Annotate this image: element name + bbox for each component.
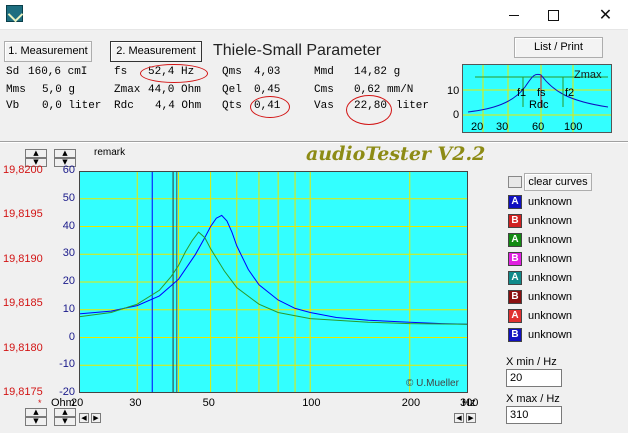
remark-label: remark (94, 147, 126, 158)
legend-name: unknown (528, 253, 573, 265)
annotation-oval-fs (140, 64, 208, 83)
unit-right-label: Hz (462, 397, 476, 409)
param-value: 44,0 Ohm (148, 84, 201, 96)
scroll-left-button[interactable]: ◀ (79, 413, 89, 423)
legend-swatch[interactable]: B (508, 328, 522, 342)
scroll-right-end-button[interactable]: ▶ (466, 413, 476, 423)
legend-swatch[interactable]: A (508, 309, 522, 323)
xmax-input[interactable]: 310 (506, 406, 562, 424)
list-print-button[interactable]: List / Print (514, 37, 603, 58)
legend-swatch[interactable]: B (508, 252, 522, 266)
brand-title: audioTester V2.2 (306, 143, 486, 165)
xmin-label: X min / Hz (506, 356, 557, 368)
copyright-label: © U.Mueller (406, 378, 459, 389)
xmax-label: X max / Hz (506, 393, 560, 405)
legend-name: unknown (528, 329, 573, 341)
right-axis-tick: -10 (59, 358, 75, 371)
left-axis-tick: 19,8195 (3, 208, 43, 221)
bottom-mid-up-spinner[interactable]: ▲ (54, 408, 76, 417)
legend-name: unknown (528, 291, 573, 303)
left-axis-up-spinner[interactable]: ▲ (25, 149, 47, 158)
left-axis-tick: 19,8200 (3, 164, 43, 176)
left-axis-tick: 19,8180 (3, 341, 43, 354)
clear-curves-icon[interactable] (508, 176, 522, 188)
param-label: Rdc (114, 100, 134, 112)
measurement-2-button[interactable]: 2. Measurement (110, 41, 202, 62)
bottom-left-down-spinner[interactable]: ▼ (25, 417, 47, 426)
clear-curves-button[interactable]: clear curves (524, 173, 592, 191)
legend-name: unknown (528, 215, 573, 227)
right-axis-tick: 0 (68, 330, 75, 343)
right-axis-tick: 20 (62, 275, 75, 287)
left-axis-tick: 19,8185 (3, 297, 43, 310)
left-axis-tick: 19,8190 (3, 252, 43, 265)
right-axis-up-spinner[interactable]: ▲ (54, 149, 76, 158)
param-value: 4,03 (254, 66, 281, 78)
param-label: Mms (6, 84, 26, 96)
asterisk-mark: * (38, 398, 42, 408)
right-axis-tick: 30 (62, 247, 75, 260)
param-label: Mmd (314, 66, 334, 78)
thumb-zmax-label: Zmax (574, 69, 602, 81)
legend-name: unknown (528, 310, 573, 322)
parameter-grid: Sd 160,6 cmI Mms 5,0 g Vb 0,0 liter fs 52,4 Hz Z… (0, 64, 460, 124)
legend-swatch[interactable]: A (508, 271, 522, 285)
thumb-y0: 0 (453, 109, 460, 121)
bottom-left-up-spinner[interactable]: ▲ (25, 408, 47, 417)
bottom-mid-down-spinner[interactable]: ▼ (54, 417, 76, 426)
thumb-y10: 10 (447, 85, 460, 97)
close-button[interactable]: ✕ (583, 0, 628, 30)
thumb-fs-label: fs (537, 87, 546, 99)
legend-name: unknown (528, 196, 573, 208)
thumb-f1-label: f1 (517, 87, 527, 99)
app-icon (6, 5, 23, 22)
param-label: Cms (314, 84, 334, 96)
annotation-oval-qts (250, 96, 290, 118)
scroll-left-end-button[interactable]: ◀ (454, 413, 464, 423)
legend-swatch[interactable]: B (508, 214, 522, 228)
x-axis-tick: 100 (302, 397, 321, 409)
legend-name: unknown (528, 234, 573, 246)
xmin-input[interactable]: 20 (506, 369, 562, 387)
right-axis-tick: 60 (62, 164, 75, 176)
thumb-x30: 30 (496, 121, 509, 133)
legend-name: unknown (528, 272, 573, 284)
param-value: 160,6 cmI (28, 66, 88, 78)
right-axis-tick: 40 (62, 219, 75, 232)
legend-swatch[interactable]: B (508, 290, 522, 304)
thumb-x100: 100 (564, 121, 583, 133)
right-axis-tick: 50 (62, 191, 75, 204)
param-value: 4,4 Ohm (155, 100, 202, 112)
param-unit: liter (396, 100, 430, 112)
x-axis-tick: 30 (129, 397, 142, 409)
x-axis-tick: 200 (401, 397, 421, 409)
thumb-x20: 20 (471, 121, 484, 133)
param-value: 0,0 liter (42, 100, 102, 112)
page-title: Thiele-Small Parameter (213, 42, 382, 59)
param-value: 14,82 g (354, 66, 401, 78)
close-icon: ✕ (598, 5, 613, 24)
measurement-1-button[interactable]: 1. Measurement (4, 41, 92, 62)
title-bar: ✕ (0, 0, 628, 30)
legend-swatch[interactable]: A (508, 195, 522, 209)
legend-swatch[interactable]: A (508, 233, 522, 247)
thumb-f2-label: f2 (565, 87, 575, 99)
param-label: Vb (6, 100, 20, 112)
thumb-x60: 60 (532, 121, 545, 133)
scroll-right-button[interactable]: ▶ (91, 413, 101, 423)
left-axis-tick: 19,8175 (3, 386, 43, 398)
maximize-button[interactable] (530, 0, 575, 30)
impedance-chart (79, 171, 468, 393)
x-axis-tick: 50 (202, 397, 215, 409)
thumb-rdc-label: Rdc (529, 99, 549, 111)
param-value: 5,0 g (42, 84, 76, 96)
annotation-oval-vas (346, 95, 392, 125)
right-axis-tick: 10 (62, 302, 75, 315)
